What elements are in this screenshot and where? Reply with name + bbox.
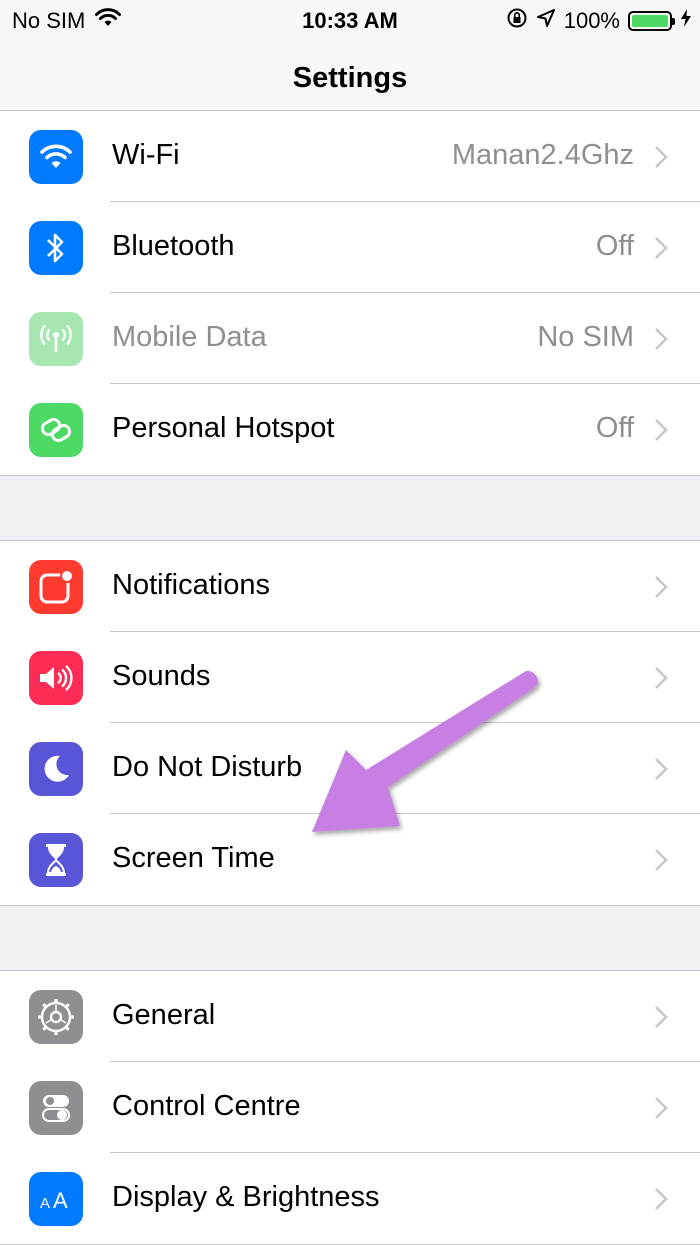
settings-row-notifications[interactable]: Notifications xyxy=(0,541,700,632)
battery-level-fill xyxy=(632,15,668,27)
settings-row-label: Mobile Data xyxy=(112,321,267,353)
gear-icon xyxy=(29,990,83,1044)
chevron-right-icon xyxy=(655,146,668,168)
hotspot-link-icon xyxy=(29,403,83,457)
hourglass-icon xyxy=(29,833,83,887)
settings-row-sounds[interactable]: Sounds xyxy=(0,632,700,723)
settings-group-notifications: Notifications Sounds Do Not Disturb Scre… xyxy=(0,540,700,906)
settings-row-label: General xyxy=(112,999,216,1031)
charging-icon xyxy=(680,8,692,34)
battery-icon xyxy=(628,11,675,31)
settings-row-label: Do Not Disturb xyxy=(112,751,303,783)
location-icon xyxy=(536,8,556,34)
settings-row-display-brightness[interactable]: A A Display & Brightness xyxy=(0,1153,700,1244)
settings-row-personal-hotspot[interactable]: Personal Hotspot Off xyxy=(0,384,700,475)
settings-row-label: Wi-Fi xyxy=(112,139,180,171)
settings-row-bluetooth[interactable]: Bluetooth Off xyxy=(0,202,700,293)
chevron-right-icon xyxy=(655,576,668,598)
settings-row-label: Sounds xyxy=(112,660,211,692)
status-bar: No SIM 10:33 AM 100% xyxy=(0,0,700,40)
orientation-lock-icon xyxy=(506,7,528,35)
settings-row-value: No SIM xyxy=(537,321,634,353)
settings-row-label: Personal Hotspot xyxy=(112,412,335,444)
settings-group-connectivity: Wi-Fi Manan2.4Ghz Bluetooth Off Mobile D… xyxy=(0,110,700,476)
speaker-icon xyxy=(29,651,83,705)
battery-percent: 100% xyxy=(563,8,620,33)
settings-row-value: Off xyxy=(595,230,634,262)
chevron-right-icon xyxy=(655,758,668,780)
settings-row-label: Notifications xyxy=(112,569,270,601)
toggles-icon xyxy=(29,1081,83,1135)
svg-text:A: A xyxy=(53,1188,68,1213)
bluetooth-icon xyxy=(29,221,83,275)
chevron-right-icon xyxy=(655,1097,668,1119)
settings-row-control-centre[interactable]: Control Centre xyxy=(0,1062,700,1153)
wifi-icon xyxy=(29,130,83,184)
settings-row-label: Bluetooth xyxy=(112,230,235,262)
settings-row-label: Control Centre xyxy=(112,1090,301,1122)
chevron-right-icon xyxy=(655,237,668,259)
settings-row-label: Screen Time xyxy=(112,842,275,874)
navigation-bar: Settings xyxy=(0,40,700,120)
notifications-icon xyxy=(29,560,83,614)
text-size-icon: A A xyxy=(29,1172,83,1226)
chevron-right-icon xyxy=(655,328,668,350)
chevron-right-icon xyxy=(655,1006,668,1028)
settings-row-value: Manan2.4Ghz xyxy=(451,139,634,171)
chevron-right-icon xyxy=(655,1188,668,1210)
settings-row-mobile-data[interactable]: Mobile Data No SIM xyxy=(0,293,700,384)
settings-row-label: Display & Brightness xyxy=(112,1181,380,1213)
settings-row-do-not-disturb[interactable]: Do Not Disturb xyxy=(0,723,700,814)
moon-icon xyxy=(29,742,83,796)
svg-text:A: A xyxy=(40,1195,50,1212)
settings-row-general[interactable]: General xyxy=(0,971,700,1062)
settings-group-general: General Control Centre A A Display & Bri… xyxy=(0,970,700,1245)
chevron-right-icon xyxy=(655,667,668,689)
settings-row-value: Off xyxy=(595,412,634,444)
settings-row-wifi[interactable]: Wi-Fi Manan2.4Ghz xyxy=(0,111,700,202)
chevron-right-icon xyxy=(655,419,668,441)
settings-row-screen-time[interactable]: Screen Time xyxy=(0,814,700,905)
chevron-right-icon xyxy=(655,849,668,871)
page-title: Settings xyxy=(292,62,408,94)
antenna-icon xyxy=(29,312,83,366)
